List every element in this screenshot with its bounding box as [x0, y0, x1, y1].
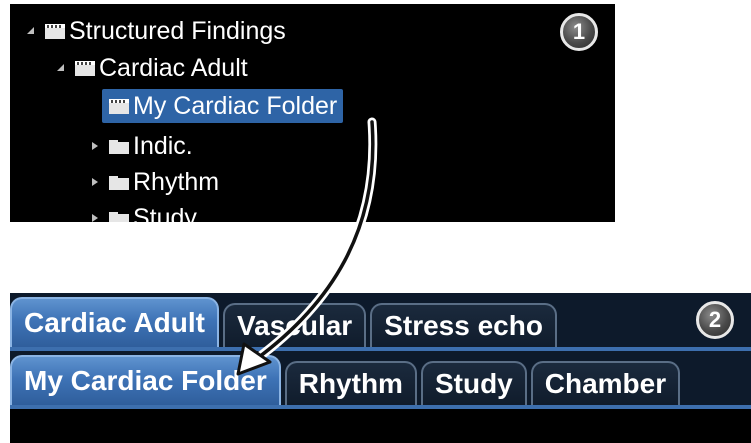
tree-item-cardiac-adult[interactable]: Cardiac Adult [54, 50, 248, 86]
tab-vascular[interactable]: Vascular [223, 303, 367, 347]
tree-item-structured-findings[interactable]: Structured Findings [24, 13, 286, 49]
folder-icon [109, 211, 129, 222]
tree-item-rhythm[interactable]: Rhythm [88, 164, 219, 200]
tab-row-divider [10, 347, 751, 351]
triangle-down-icon[interactable] [24, 24, 38, 38]
tab-my-cardiac-folder[interactable]: My Cardiac Folder [10, 355, 281, 405]
tab-rhythm[interactable]: Rhythm [284, 361, 417, 405]
tab-stress-echo[interactable]: Stress echo [370, 303, 557, 347]
triangle-right-icon[interactable] [88, 139, 102, 153]
structured-findings-tree: Structured Findings Cardiac Adult My Car… [10, 4, 615, 222]
tree-item-label: Rhythm [133, 167, 220, 196]
folder-icon [109, 98, 129, 114]
tree-item-label: Study [133, 203, 197, 223]
triangle-right-icon[interactable] [88, 175, 102, 189]
callout-badge-1: 1 [560, 13, 598, 51]
tree-item-label: My Cardiac Folder [133, 91, 338, 120]
tree-item-study[interactable]: Study [88, 200, 197, 222]
category-tab-row: Cardiac Adult Vascular Stress echo [10, 297, 561, 347]
tree-item-label: Structured Findings [69, 16, 286, 45]
folder-icon [75, 60, 95, 76]
tab-cardiac-adult[interactable]: Cardiac Adult [10, 297, 219, 347]
folder-tab-row: My Cardiac Folder Rhythm Study Chamber [10, 355, 684, 405]
tab-chamber[interactable]: Chamber [530, 361, 681, 405]
tree-item-my-cardiac-folder[interactable]: My Cardiac Folder [102, 88, 344, 124]
tree-item-indic[interactable]: Indic. [88, 128, 193, 164]
tree-item-label: Cardiac Adult [99, 53, 248, 82]
triangle-right-icon[interactable] [88, 211, 102, 222]
folder-icon [109, 175, 129, 190]
tree-item-label: Indic. [133, 131, 193, 160]
triangle-down-icon[interactable] [54, 61, 68, 75]
folder-icon [109, 139, 129, 154]
findings-tab-panel: Cardiac Adult Vascular Stress echo My Ca… [10, 293, 751, 443]
tab-content-area [10, 409, 751, 443]
tab-study[interactable]: Study [420, 361, 527, 405]
selection-highlight: My Cardiac Folder [102, 89, 344, 123]
callout-badge-2: 2 [696, 301, 734, 339]
folder-icon [45, 23, 65, 39]
